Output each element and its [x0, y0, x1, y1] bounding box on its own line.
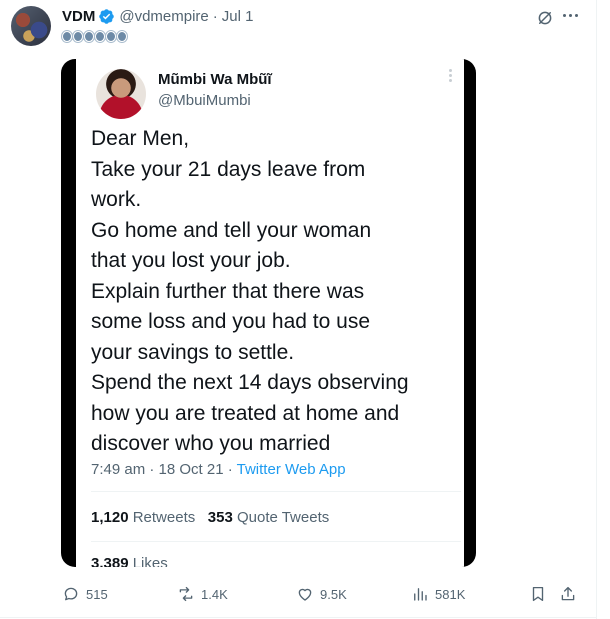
embedded-app: Twitter Web App [236, 461, 346, 478]
separator-dot: · [212, 7, 218, 25]
repost-icon [179, 586, 193, 602]
post-divider [0, 617, 597, 618]
quotes-label: Quote Tweets [236, 509, 330, 526]
tweet-text-line: discover who you married [91, 432, 331, 455]
tweet-text-line: Dear Men, [91, 127, 190, 150]
eyes-emoji-icon [117, 31, 127, 42]
likes-label: Likes [132, 555, 168, 567]
tweet-text-line: Explain further that there was [91, 279, 365, 303]
bookmark-icon[interactable] [529, 585, 547, 603]
repost-button[interactable]: 1.4K [177, 584, 228, 604]
embedded-name: Mũmbi Wa Mbũĩ [158, 71, 272, 88]
eyes-emoji-icon [95, 31, 105, 42]
eyes-emoji-icon [73, 31, 83, 42]
grok-icon[interactable] [536, 9, 554, 27]
embedded-divider [91, 491, 461, 492]
tweet-text-line: Spend the next 14 days observing [91, 371, 409, 394]
heart-icon [298, 588, 312, 601]
author-avatar[interactable] [11, 6, 51, 46]
reply-icon [64, 587, 78, 601]
views-icon [414, 588, 427, 601]
eyes-emoji-row [62, 31, 127, 42]
retweets-label: Retweets [132, 509, 196, 526]
views-count: 581K [435, 586, 466, 602]
embedded-tweet-card: Mũmbi Wa Mbũĩ @MbuiMumbi Dear Men, Take … [76, 59, 464, 567]
tweet-text-line: some loss and you had to use [91, 310, 371, 333]
repost-count: 1.4K [201, 586, 228, 602]
like-button[interactable]: 9.5K [296, 584, 347, 604]
embedded-more-icon [449, 69, 452, 82]
author-name[interactable]: VDM [62, 8, 95, 25]
embedded-avatar [96, 69, 146, 119]
share-icon[interactable] [559, 585, 577, 603]
tweet-text-line: work. [91, 188, 142, 211]
post-time[interactable]: Jul 1 [222, 8, 254, 25]
tweet-text-line: Take your 21 days leave from [91, 157, 366, 181]
author-handle[interactable]: @vdmempire [119, 8, 208, 25]
embedded-likes: 3,389 Likes [91, 555, 168, 567]
quotes-count: 353 [207, 509, 233, 526]
tweet-text-line: that you lost your job. [91, 249, 291, 272]
eyes-emoji-icon [106, 31, 116, 42]
embedded-handle: @MbuiMumbi [158, 92, 251, 109]
reply-button[interactable]: 515 [62, 584, 108, 604]
views-button[interactable]: 581K [411, 584, 465, 604]
tweet-text-line: Go home and tell your woman [91, 218, 372, 242]
post-header: VDM @vdmempire · Jul 1 [62, 6, 253, 26]
embedded-tweet-text: Dear Men, Take your 21 days leave from w… [91, 124, 461, 460]
tweet-text-line: how you are treated at home and [91, 401, 400, 425]
likes-count: 3,389 [91, 555, 129, 567]
eyes-emoji-icon [62, 31, 72, 42]
verified-badge-icon [99, 8, 115, 24]
embedded-divider [91, 541, 461, 542]
embedded-timestamp: 7:49 am · 18 Oct 21 · [91, 461, 237, 478]
embedded-stats: 1,120 Retweets 353 Quote Tweets [91, 509, 329, 526]
eyes-emoji-icon [84, 31, 94, 42]
embedded-meta: 7:49 am · 18 Oct 21 · Twitter Web App [91, 461, 346, 478]
reply-count: 515 [86, 586, 108, 602]
post-media-image[interactable]: Mũmbi Wa Mbũĩ @MbuiMumbi Dear Men, Take … [61, 59, 476, 567]
column-border [596, 0, 597, 619]
more-options-icon[interactable] [563, 14, 578, 17]
like-count: 9.5K [320, 586, 347, 602]
retweets-count: 1,120 [91, 509, 129, 526]
tweet-text-line: your savings to settle. [91, 340, 295, 364]
